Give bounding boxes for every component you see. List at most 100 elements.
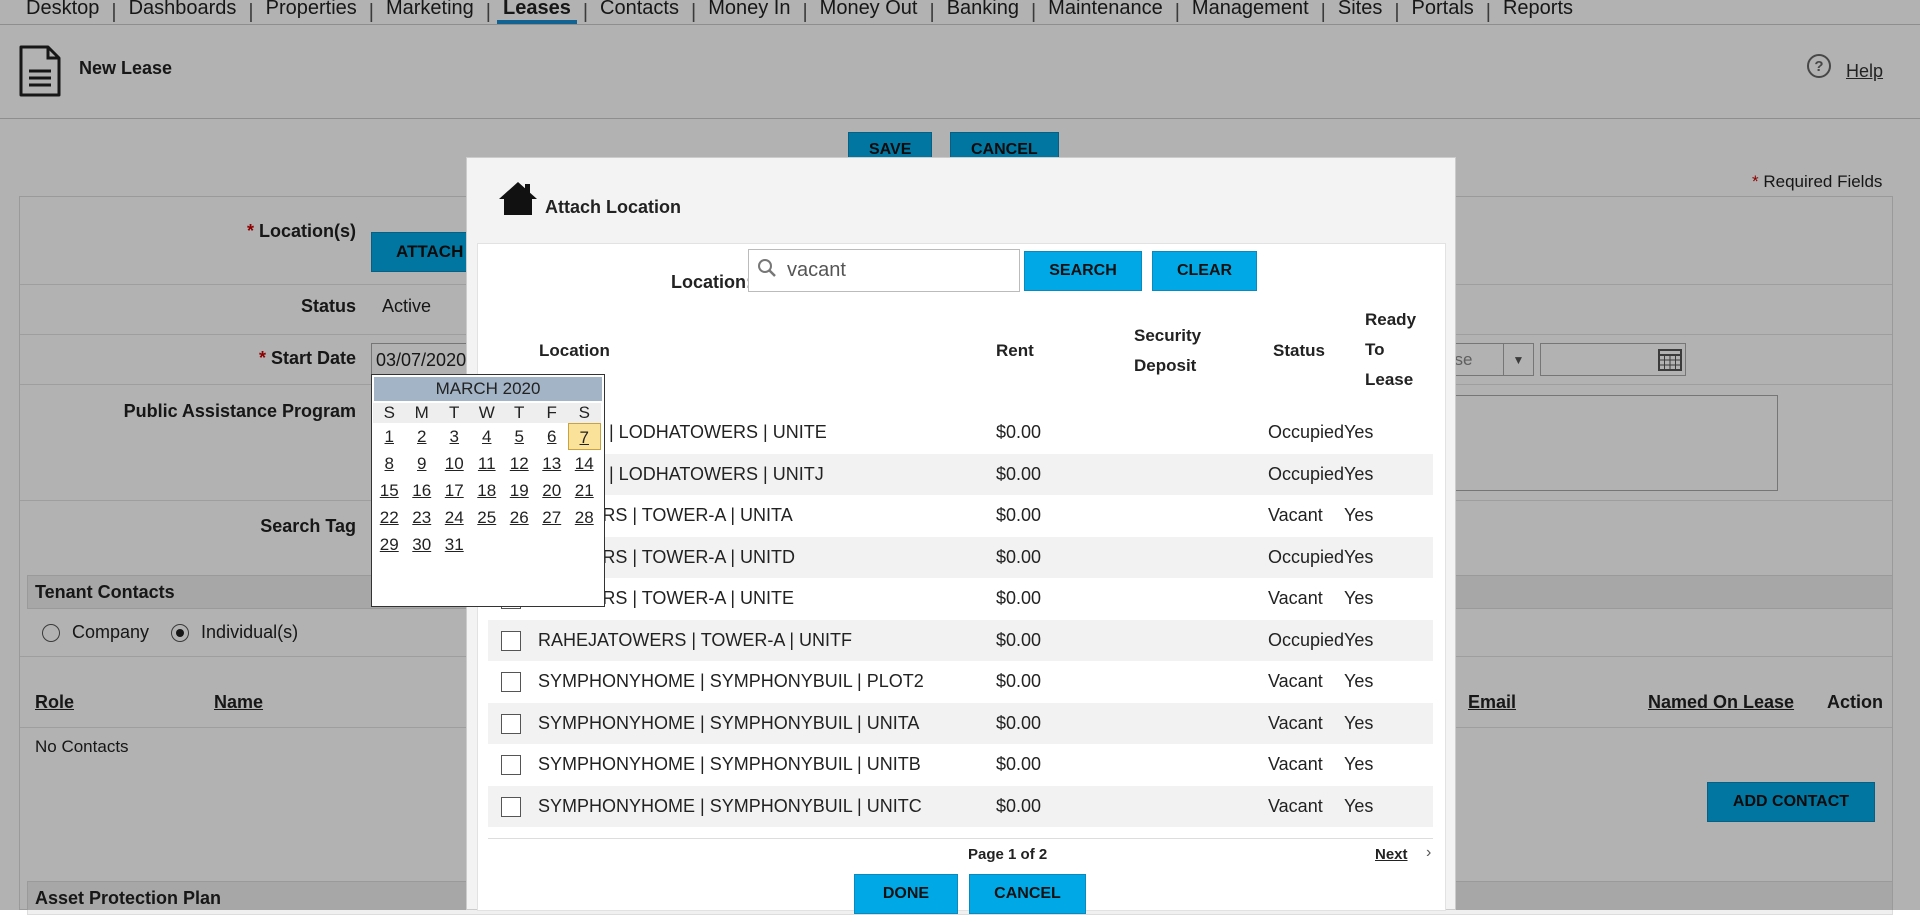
row-status: Occupied [1268,546,1345,567]
row-status: Vacant [1268,712,1323,733]
table-row[interactable]: ATOWERS | TOWER-A | UNITA $0.00 Vacant Yes [488,495,1433,537]
calendar-day[interactable]: 30 [406,531,439,558]
table-row[interactable]: RAHEJATOWERS | TOWER-A | UNITF $0.00 Occup… [488,619,1433,661]
row-checkbox[interactable] [501,713,521,734]
modal-body: Location: SEARCH CLEAR Location Rent Sec… [477,243,1446,914]
calendar-day[interactable]: 31 [438,531,471,558]
row-rent: $0.00 [996,546,1042,567]
column-ready-to-lease: Ready To Lease [1365,305,1416,395]
calendar-day[interactable]: 19 [503,477,536,504]
row-rent: $0.00 [996,588,1042,609]
weekday-label: F [535,403,568,423]
row-rent: $0.00 [996,629,1042,650]
weekday-label: M [405,403,438,423]
calendar-day[interactable]: 21 [568,477,601,504]
table-row[interactable]: ATOWERS | TOWER-A | UNITE $0.00 Vacant Yes [488,578,1433,620]
date-picker-popup: MARCH 2020 S M T W T F S 1 2 3 4 5 6 7 8 9 10 11 12… [371,374,605,607]
calendar-day[interactable]: 9 [406,450,439,477]
row-ready: Yes [1344,712,1374,733]
table-row[interactable]: SYMPHONYHOME | SYMPHONYBUIL | UNITB $0.00… [488,744,1433,786]
column-security-deposit-line2: Deposit [1134,356,1197,375]
pagination-label: Page 1 of 2 [968,846,1048,863]
row-checkbox[interactable] [501,796,521,817]
calendar-day[interactable]: 16 [406,477,439,504]
row-checkbox[interactable] [501,630,521,651]
row-rent: $0.00 [996,505,1042,526]
calendar-day[interactable]: 22 [373,504,406,531]
calendar-day[interactable]: 6 [536,423,569,450]
calendar-day[interactable]: 3 [438,423,471,450]
calendar-day[interactable]: 18 [471,477,504,504]
row-ready: Yes [1344,546,1374,567]
done-button[interactable]: DONE [854,874,958,914]
row-ready: Yes [1344,629,1374,650]
calendar-day[interactable]: 10 [438,450,471,477]
row-checkbox[interactable] [501,672,521,692]
calendar-day[interactable]: 11 [471,450,504,477]
calendar-day[interactable]: 12 [503,450,536,477]
search-icon [757,258,777,283]
column-ready-line2: To [1365,340,1385,359]
weekday-label: W [470,403,503,423]
row-rent: $0.00 [996,754,1042,775]
row-status: Occupied [1268,629,1345,650]
row-rent: $0.00 [996,671,1042,692]
search-button[interactable]: SEARCH [1024,251,1142,291]
calendar-day[interactable]: 29 [373,531,406,558]
calendar-day[interactable]: 17 [438,477,471,504]
row-rent: $0.00 [996,795,1042,816]
calendar-day-selected[interactable]: 7 [568,423,601,450]
row-ready: Yes [1344,671,1374,692]
calendar-day[interactable]: 15 [373,477,406,504]
calendar-day[interactable]: 25 [471,504,504,531]
calendar-day[interactable]: 8 [373,450,406,477]
location-search-input[interactable] [785,258,1005,283]
row-ready: Yes [1344,463,1374,484]
calendar-day[interactable]: 28 [568,504,601,531]
table-row[interactable]: HOMES | LODHATOWERS | UNITE $0.00 Occupied… [488,412,1433,454]
next-page-link[interactable]: Next [1375,846,1408,863]
calendar-day[interactable]: 20 [536,477,569,504]
table-row[interactable]: HOMES | LODHATOWERS | UNITJ $0.00 Occupied… [488,453,1433,495]
calendar-day[interactable]: 4 [471,423,504,450]
row-rent: $0.00 [996,422,1042,443]
clear-button[interactable]: CLEAR [1152,251,1257,291]
chevron-right-icon[interactable]: › [1426,844,1431,862]
calendar-day[interactable]: 14 [568,450,601,477]
calendar-day[interactable]: 1 [373,423,406,450]
column-security-deposit: Security Deposit [1134,321,1201,381]
column-status: Status [1273,341,1325,360]
table-row[interactable]: SYMPHONYHOME | SYMPHONYBUIL | UNITA $0.00… [488,702,1433,744]
row-status: Vacant [1268,754,1323,775]
weekday-label: T [503,403,536,423]
calendar-day[interactable]: 24 [438,504,471,531]
row-location: RAHEJATOWERS | TOWER-A | UNITF [538,629,853,650]
calendar-grid: S M T W T F S 1 2 3 4 5 6 7 8 9 10 11 12 13 14 15 16 17 1… [372,403,604,558]
modal-header: Attach Location [497,180,681,221]
column-rent: Rent [996,341,1034,360]
calendar-day[interactable]: 5 [503,423,536,450]
row-rent: $0.00 [996,712,1042,733]
calendar-day[interactable]: 27 [536,504,569,531]
table-row[interactable]: ATOWERS | TOWER-A | UNITD $0.00 Occupied Ye… [488,536,1433,578]
weekday-label: S [568,403,601,423]
table-row[interactable]: SYMPHONYHOME | SYMPHONYBUIL | PLOT2 $0.00… [488,661,1433,703]
location-search-label: Location: [671,272,752,292]
calendar-month-title: MARCH 2020 [374,377,602,401]
column-security-deposit-line1: Security [1134,326,1202,345]
table-row[interactable]: SYMPHONYHOME | SYMPHONYBUIL | UNITC $0.00… [488,785,1433,827]
row-location: SYMPHONYHOME | SYMPHONYBUIL | UNITA [538,712,920,733]
calendar-day[interactable]: 2 [406,423,439,450]
calendar-day[interactable]: 23 [406,504,439,531]
row-ready: Yes [1344,505,1374,526]
modal-title: Attach Location [545,197,682,217]
location-search-field[interactable] [748,249,1020,292]
column-ready-line3: Lease [1365,370,1414,389]
row-status: Occupied [1268,463,1345,484]
calendar-day[interactable]: 26 [503,504,536,531]
table-footer-divider [488,838,1433,839]
modal-cancel-button[interactable]: CANCEL [969,874,1086,914]
row-status: Vacant [1268,671,1323,692]
row-checkbox[interactable] [501,755,521,775]
calendar-day[interactable]: 13 [536,450,569,477]
